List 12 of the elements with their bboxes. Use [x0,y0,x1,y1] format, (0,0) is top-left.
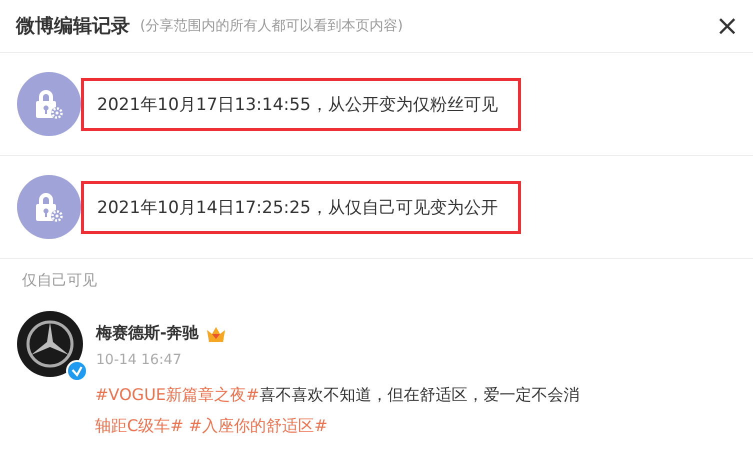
avatar-icon [17,311,83,377]
author-name[interactable]: 梅赛德斯-奔驰 [96,323,199,344]
record-text: 2021年10月17日13:14:55，从公开变为仅粉丝可见 [81,78,521,130]
share-note: (分享范围内的所有人都可以看到本页内容) [140,17,403,35]
post-time: 10-14 16:47 [96,352,182,368]
dialog-title: 微博编辑记录 [16,14,130,39]
post-content: #VOGUE新篇章之夜#喜不喜欢不知道，但在舒适区，爱一定不会消 轴距C级车# #入座你的舒适区# [95,384,580,437]
close-button[interactable]: × [716,12,739,40]
lock-icon [34,191,64,223]
visibility-label: 仅自己可见 [22,271,98,291]
record-text: 2021年10月14日17:25:25，从仅自己可见变为公开 [81,180,521,234]
lock-icon [34,88,64,120]
